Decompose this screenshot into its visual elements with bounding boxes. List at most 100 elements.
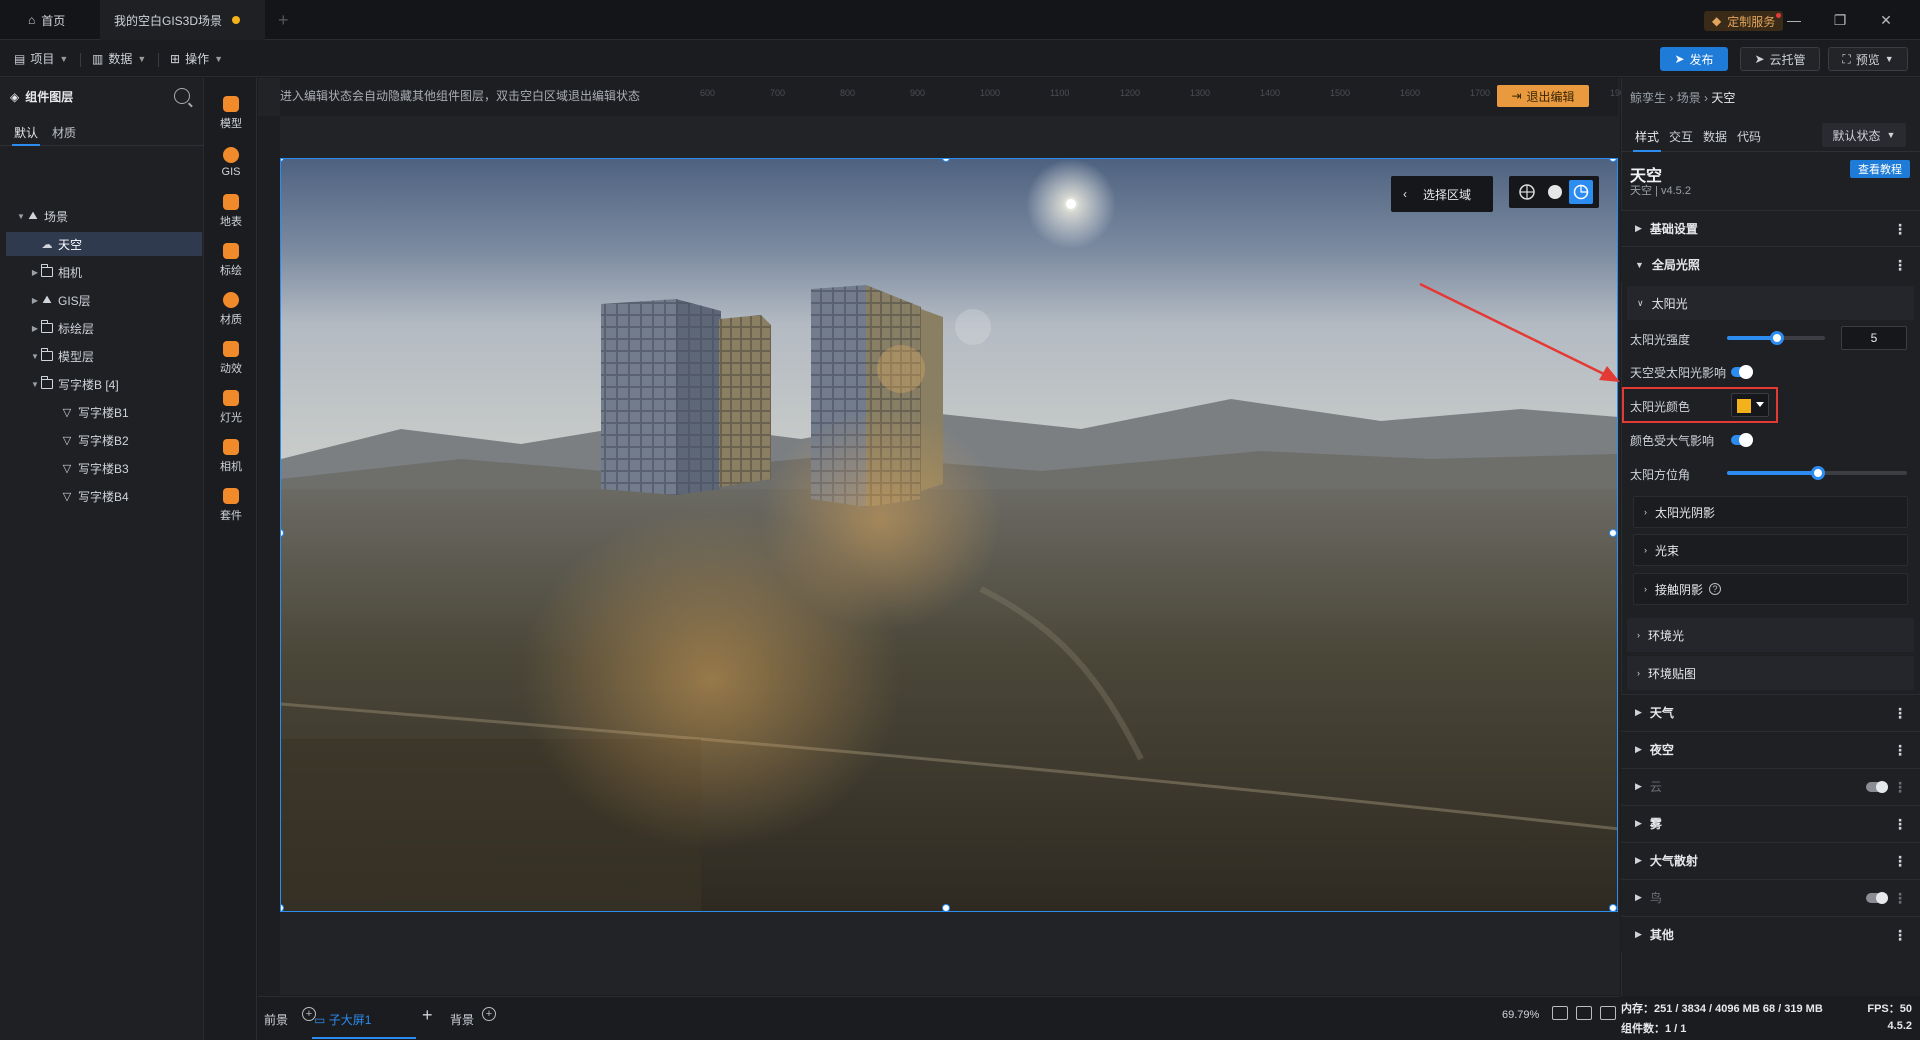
tab-code[interactable]: 代码 (1737, 128, 1761, 145)
tutorial-button[interactable]: 查看教程 (1850, 160, 1910, 178)
layer-tree-item[interactable]: ▼ 模型层 (6, 344, 202, 368)
tool-kit[interactable]: 套件 (205, 480, 257, 530)
breadcrumb-item[interactable]: 场景 (1677, 91, 1701, 105)
more-icon[interactable]: ⋮ (1893, 779, 1907, 796)
section-global-light[interactable]: ▼ 全局光照 ⋮ (1621, 246, 1920, 282)
bird-toggle[interactable] (1866, 892, 1888, 904)
section-other[interactable]: ▶ 其他 ⋮ (1621, 916, 1920, 952)
layer-tree-item[interactable]: ▽ 写字楼B4 (6, 484, 202, 508)
scene-viewport[interactable] (280, 158, 1618, 912)
custom-service-button[interactable]: ◆ 定制服务 (1704, 11, 1784, 31)
tool-camera[interactable]: 相机 (205, 431, 257, 481)
more-icon[interactable]: ⋮ (1893, 890, 1907, 907)
publish-button[interactable]: ➤ 发布 (1660, 47, 1728, 71)
layer-tree-item[interactable]: ▶ ⛰ GIS层 (6, 288, 202, 312)
layer-tree-item[interactable]: ▶ 相机 (6, 260, 202, 284)
menu-project[interactable]: ▤ 项目 ▼ (14, 50, 68, 67)
sky-affected-toggle[interactable] (1731, 365, 1753, 379)
layer-tree-item[interactable]: ▼ 写字楼B [4] (6, 372, 202, 396)
menu-operate[interactable]: ⊞ 操作 ▼ (170, 50, 223, 67)
cloud-host-button[interactable]: ➤ 云托管 (1740, 47, 1820, 71)
globe-icon[interactable] (1515, 180, 1539, 204)
tool-gis[interactable]: GIS (205, 137, 257, 187)
caret-down-icon[interactable]: ▼ (16, 212, 26, 221)
tool-material[interactable]: 材质 (205, 284, 257, 334)
tab-interaction[interactable]: 交互 (1669, 128, 1693, 145)
group-ambient[interactable]: › 环境光 (1627, 618, 1914, 652)
section-bird[interactable]: ▶ 鸟 ⋮ (1621, 879, 1920, 915)
tool-model[interactable]: 模型 (205, 88, 257, 138)
add-background-icon[interactable]: + (482, 1007, 496, 1021)
preview-button[interactable]: ⛶ 预览 ▼ (1828, 47, 1908, 71)
slider-knob[interactable] (1811, 466, 1825, 480)
keyboard-icon[interactable] (1576, 1006, 1592, 1020)
layer-tree-item[interactable]: ▽ 写字楼B1 (6, 400, 202, 424)
minimize-button[interactable]: — (1782, 8, 1806, 32)
caret-right-icon[interactable]: ▶ (30, 296, 40, 305)
zoom-level[interactable]: 69.79% (1502, 1009, 1539, 1021)
caret-down-icon[interactable]: ▼ (30, 352, 40, 361)
tab-material[interactable]: 材质 (52, 124, 76, 141)
search-icon[interactable] (174, 88, 190, 104)
color-atmo-toggle[interactable] (1731, 433, 1753, 447)
add-tab-button[interactable]: + (278, 10, 289, 31)
exit-edit-button[interactable]: ⇥ 退出编辑 (1497, 85, 1589, 107)
restore-button[interactable]: ❐ (1828, 8, 1852, 32)
section-basic-settings[interactable]: ▶ 基础设置 ⋮ (1621, 210, 1920, 246)
add-screen-button[interactable]: + (422, 1005, 433, 1026)
section-atmo-scatter[interactable]: ▶ 大气散射 ⋮ (1621, 842, 1920, 878)
sky-view-button[interactable] (1569, 180, 1593, 204)
terminal-icon[interactable] (1600, 1006, 1616, 1020)
sun-intensity-input[interactable]: 5 (1841, 326, 1907, 350)
layer-tree-item[interactable]: ▽ 写字楼B2 (6, 428, 202, 452)
caret-down-icon[interactable]: ▼ (30, 380, 40, 389)
sun-intensity-slider[interactable] (1727, 331, 1825, 345)
more-icon[interactable]: ⋮ (1893, 257, 1907, 274)
group-contact-shadow[interactable]: › 接触阴影 ? (1633, 573, 1908, 605)
tab-scene[interactable]: 我的空白GIS3D场景 (100, 0, 265, 40)
tab-home[interactable]: ⌂ 首页 (14, 0, 84, 40)
resize-handle[interactable] (1609, 904, 1617, 911)
caret-right-icon[interactable]: ▶ (30, 268, 40, 277)
cloud-toggle[interactable] (1866, 781, 1888, 793)
more-icon[interactable]: ⋮ (1893, 853, 1907, 870)
more-icon[interactable]: ⋮ (1893, 705, 1907, 722)
slider-knob[interactable] (1770, 331, 1784, 345)
section-night-sky[interactable]: ▶ 夜空 ⋮ (1621, 731, 1920, 767)
close-button[interactable]: ✕ (1874, 8, 1898, 32)
group-sunlight[interactable]: ∨ 太阳光 (1627, 286, 1914, 320)
tab-default[interactable]: 默认 (11, 124, 41, 146)
menu-data[interactable]: ▥ 数据 ▼ (92, 50, 146, 67)
tab-background[interactable]: 背景 (450, 1011, 474, 1028)
more-icon[interactable]: ⋮ (1893, 221, 1907, 238)
section-fog[interactable]: ▶ 雾 ⋮ (1621, 805, 1920, 841)
fit-screen-icon[interactable] (1552, 1006, 1568, 1020)
breadcrumb-item[interactable]: 鲸孪生 (1630, 91, 1666, 105)
tab-style[interactable]: 样式 (1632, 128, 1662, 152)
section-weather[interactable]: ▶ 天气 ⋮ (1621, 694, 1920, 730)
tool-light[interactable]: 灯光 (205, 382, 257, 432)
help-icon[interactable]: ? (1709, 583, 1722, 595)
group-beam[interactable]: › 光束 (1633, 534, 1908, 566)
tool-marker[interactable]: 标绘 (205, 235, 257, 285)
layer-tree-item[interactable]: ☁ 天空 (6, 232, 202, 256)
caret-right-icon[interactable]: ▶ (30, 324, 40, 333)
select-region-button[interactable]: ‹ 选择区域 (1391, 176, 1493, 212)
tab-foreground[interactable]: 前景 (264, 1011, 288, 1028)
more-icon[interactable]: ⋮ (1893, 742, 1907, 759)
layer-tree-item[interactable]: ▽ 写字楼B3 (6, 456, 202, 480)
layer-tree-item[interactable]: ▶ 标绘层 (6, 316, 202, 340)
state-select[interactable]: 默认状态 ▼ (1822, 123, 1906, 147)
tab-screen-1[interactable]: ▭ 子大屏1 (314, 1011, 371, 1028)
group-env-map[interactable]: › 环境贴图 (1627, 656, 1914, 690)
sphere-icon[interactable] (1543, 180, 1567, 204)
layer-tree-item[interactable]: ▼ ⛰ 场景 (6, 204, 202, 228)
tool-terrain[interactable]: 地表 (205, 186, 257, 236)
section-cloud[interactable]: ▶ 云 ⋮ (1621, 768, 1920, 804)
more-icon[interactable]: ⋮ (1893, 816, 1907, 833)
resize-handle[interactable] (1609, 529, 1617, 537)
tool-effect[interactable]: 动效 (205, 333, 257, 383)
resize-handle[interactable] (942, 904, 950, 911)
group-sun-shadow[interactable]: › 太阳光阴影 (1633, 496, 1908, 528)
more-icon[interactable]: ⋮ (1893, 927, 1907, 944)
